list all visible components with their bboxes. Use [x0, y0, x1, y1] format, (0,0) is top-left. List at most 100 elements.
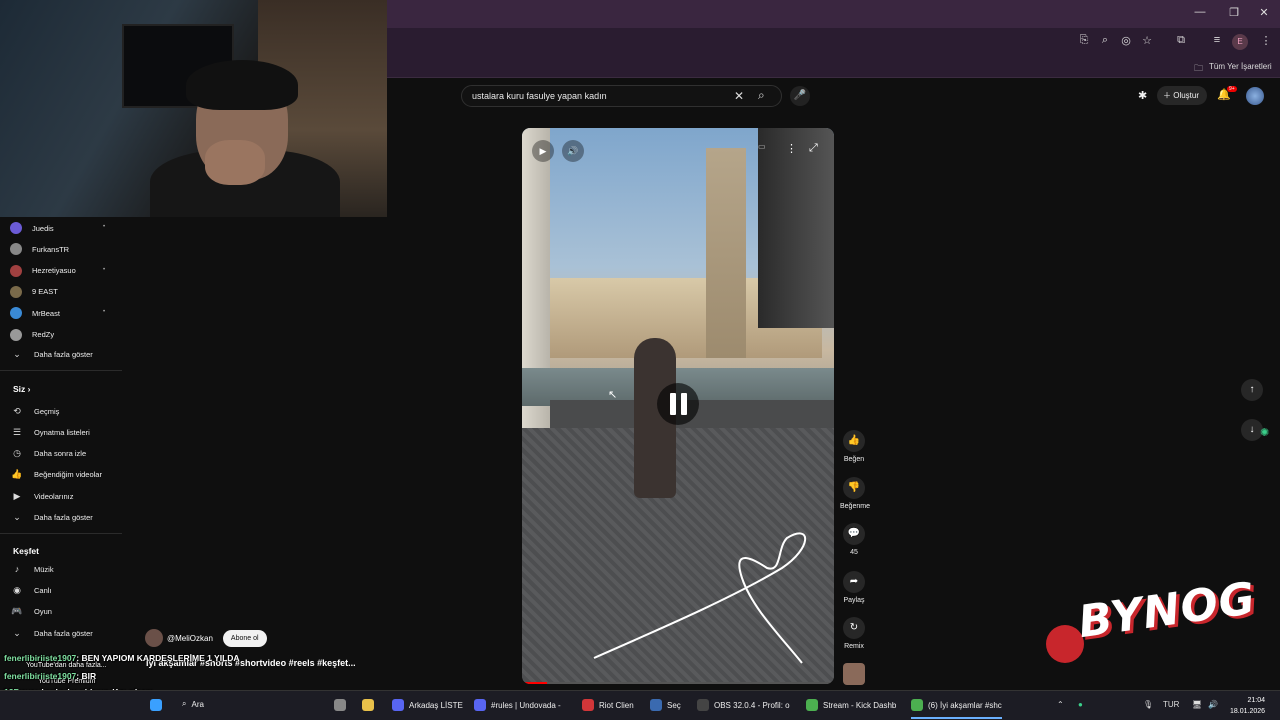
minimize-icon[interactable]: — [1190, 6, 1210, 18]
comments-button[interactable]: 💬 45 [840, 523, 868, 556]
browser-titlebar: — ❐ ✕ [387, 0, 1280, 28]
restore-icon[interactable]: ❐ [1224, 6, 1244, 19]
search-icon[interactable]: ⌕ [758, 88, 765, 103]
account-avatar[interactable] [1246, 87, 1264, 105]
more-options-icon[interactable]: ⋮ [786, 142, 797, 155]
channel-avatar [10, 307, 22, 320]
close-window-icon[interactable]: ✕ [1254, 6, 1274, 19]
taskbar-app[interactable]: Seç [650, 699, 681, 711]
chat-text: YouTube'dan daha fazla... [26, 662, 107, 669]
taskbar-app[interactable]: Arkadaş LİSTE [392, 699, 463, 711]
browser-menu-icon[interactable]: ⋮ [1258, 34, 1274, 47]
extensions-icon[interactable]: ⧉ [1173, 34, 1189, 47]
start-icon[interactable] [150, 699, 162, 711]
sidebar-item[interactable]: ♪ Müzik [10, 562, 54, 576]
sidebar-item-label: Geçmiş [34, 406, 60, 416]
tray-chevron-icon[interactable]: ⌃ [1057, 700, 1064, 709]
language-indicator[interactable]: TUR [1163, 700, 1179, 709]
shorts-video-player[interactable]: ▶ 🔊 ▭ ⋮ ⤢ [522, 128, 834, 684]
clear-search-icon[interactable]: ✕ [734, 89, 744, 103]
share-button[interactable]: ➦ Paylaş [840, 571, 868, 604]
media-control-icon[interactable]: ≡ [1209, 34, 1225, 46]
mic-icon[interactable]: 🎤 [790, 86, 810, 106]
remix-button[interactable]: ↻ Remix [840, 617, 868, 650]
arrow-down-icon: ↓ [1249, 424, 1255, 435]
sidebar-item[interactable]: ☰ Oynatma listeleri [10, 425, 90, 439]
sidebar-divider [0, 533, 122, 534]
taskbar-explorer[interactable] [362, 699, 374, 711]
you-heading[interactable]: Siz › [13, 384, 31, 394]
chatgpt-extension-icon[interactable]: ✺ [1260, 426, 1269, 439]
sidebar-subscription[interactable]: Hezretiyasuo [10, 264, 76, 278]
chevron-right-icon: › [27, 384, 31, 394]
clock[interactable]: 21:04 18.01.2026 [1230, 695, 1265, 717]
all-bookmarks-link[interactable]: Tüm Yer İşaretleri [1209, 62, 1272, 71]
captions-icon[interactable]: ▭ [758, 142, 766, 151]
channel-avatar [10, 328, 22, 341]
install-app-icon[interactable]: ⎘ [1076, 34, 1092, 47]
pause-icon[interactable] [657, 383, 699, 425]
sidebar-item[interactable]: ◉ Canlı [10, 583, 51, 597]
volume-tray-icon[interactable]: 🔊 [1208, 700, 1218, 709]
app-icon [392, 699, 404, 711]
fullscreen-icon[interactable]: ⤢ [809, 142, 818, 155]
dislike-button[interactable]: 👎 Beğenme [840, 477, 870, 510]
sidebar-item-label: Daha sonra izle [34, 449, 87, 459]
bookmark-star-icon[interactable]: ☆ [1139, 34, 1155, 47]
taskbar-app[interactable]: Stream - Kick Dashb [806, 699, 896, 711]
progress-track[interactable] [522, 682, 834, 684]
previous-short-button[interactable]: ↑ [1241, 379, 1263, 401]
show-more-button[interactable]: ⌄ Daha fazla göster [10, 626, 93, 640]
channel-avatar[interactable] [145, 629, 163, 647]
show-more-button[interactable]: ⌄ Daha fazla göster [10, 510, 93, 524]
taskbar-app[interactable]: OBS 32.0.4 - Profil: o [697, 699, 790, 711]
chat-message: fenerlibiriiste1907: BIR [4, 671, 96, 681]
sidebar-item[interactable]: ▶ Videolarınız [10, 489, 74, 503]
search-box[interactable]: ustalara kuru fasulye yapan kadın ✕ ⌕ [461, 85, 782, 107]
sidebar-item-label: Beğendiğim videolar [34, 470, 102, 480]
volume-icon[interactable]: 🔊 [562, 140, 584, 162]
sidebar-item[interactable]: ◷ Daha sonra izle [10, 447, 86, 461]
subscribe-button[interactable]: Abone ol [222, 629, 267, 647]
show-more-label: Daha fazla göster [34, 512, 93, 522]
show-more-button[interactable]: ⌄ Daha fazla göster [10, 347, 93, 361]
comments-count: 45 [850, 549, 858, 556]
show-more-label: Daha fazla göster [34, 628, 93, 638]
sidebar-item[interactable]: 🎮 Oyun [10, 605, 52, 619]
studio-icon[interactable]: ✱ [1138, 89, 1147, 102]
network-icon[interactable]: 🖥 [1192, 700, 1202, 709]
folder-icon: 🗀 [1194, 63, 1204, 73]
sidebar-divider [0, 370, 122, 371]
mic-tray-icon[interactable]: 🎙 [1143, 700, 1153, 709]
app-icon [474, 699, 486, 711]
play-icon[interactable]: ▶ [532, 140, 554, 162]
taskbar-app[interactable]: #rules | Undovada - [474, 699, 561, 711]
taskbar-files[interactable] [334, 699, 346, 711]
taskbar-app[interactable]: Riot Clien [582, 699, 634, 711]
subscription-label: Juedis [32, 223, 54, 233]
windows-taskbar: ⌕ Ara ⌃ ● 🎙 TUR 🖥 🔊 21:04 18.01.2026 Arka… [0, 690, 1280, 720]
create-button[interactable]: ＋ Oluştur [1157, 86, 1207, 105]
sidebar-subscription[interactable]: FurkansTR [10, 242, 69, 256]
sidebar-item[interactable]: 👍 Beğendiğim videolar [10, 468, 102, 482]
like-button[interactable]: 👍 Beğen [840, 430, 868, 463]
sidebar-subscription[interactable]: 9 EAST [10, 285, 58, 299]
sidebar-subscription[interactable]: MrBeast [10, 306, 60, 320]
history-icon: ⟲ [13, 405, 21, 416]
clock-date: 18.01.2026 [1230, 708, 1266, 715]
sidebar-subscription[interactable]: Juedis [10, 221, 54, 235]
subscription-label: RedZy [32, 330, 55, 339]
mouse-cursor-icon: ↖ [608, 389, 618, 401]
taskbar-app[interactable]: (6) İyi akşamlar #shc [911, 699, 1002, 719]
sidebar-item[interactable]: ⟲ Geçmiş [10, 404, 59, 418]
taskbar-search[interactable]: ⌕ Ara [182, 699, 204, 709]
channel-name[interactable]: @MeliOzkan [167, 634, 213, 643]
search-input[interactable]: ustalara kuru fasulye yapan kadın [472, 91, 607, 101]
eye-off-icon[interactable]: ◎ [1118, 34, 1134, 47]
profile-avatar[interactable]: E [1232, 34, 1248, 50]
tray-app-icon[interactable]: ● [1078, 700, 1083, 709]
sound-thumbnail[interactable] [843, 663, 865, 685]
sidebar-subscription[interactable]: RedZy [10, 328, 54, 342]
sidebar-item-label: Müzik [34, 564, 54, 574]
zoom-icon[interactable]: ⌕ [1097, 34, 1113, 47]
